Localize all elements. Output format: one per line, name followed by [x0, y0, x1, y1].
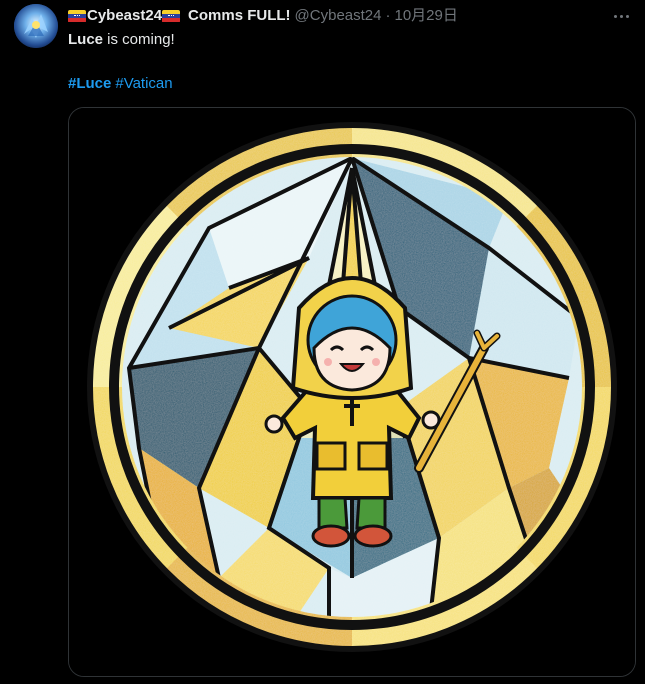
avatar-image-icon	[14, 4, 58, 48]
display-name-suffix[interactable]: Comms FULL!	[188, 6, 291, 26]
stained-glass-illustration	[69, 108, 635, 676]
separator: ·	[385, 7, 391, 24]
venezuela-flag-icon	[162, 9, 181, 23]
tweet-text-rest: is coming!	[103, 31, 175, 48]
tweet-text-bold: Luce	[68, 31, 104, 48]
hashtag-luce[interactable]: #Luce	[68, 75, 111, 92]
more-options-icon[interactable]	[611, 6, 631, 26]
display-name[interactable]: Cybeast24	[87, 6, 162, 26]
venezuela-flag-icon	[68, 9, 86, 23]
hashtag-vatican[interactable]: #Vatican	[115, 75, 172, 92]
tweet-text: Luce is coming!	[68, 30, 175, 50]
avatar[interactable]	[14, 4, 58, 48]
tweet-header: Cybeast24 Comms FULL! @Cybeast24 · 10月29…	[68, 6, 458, 26]
hashtags: #Luce #Vatican	[68, 74, 177, 94]
tweet-image[interactable]	[68, 107, 636, 677]
user-handle[interactable]: @Cybeast24	[295, 6, 382, 26]
tweet-date[interactable]: 10月29日	[395, 6, 458, 26]
tweet: Cybeast24 Comms FULL! @Cybeast24 · 10月29…	[0, 0, 645, 684]
